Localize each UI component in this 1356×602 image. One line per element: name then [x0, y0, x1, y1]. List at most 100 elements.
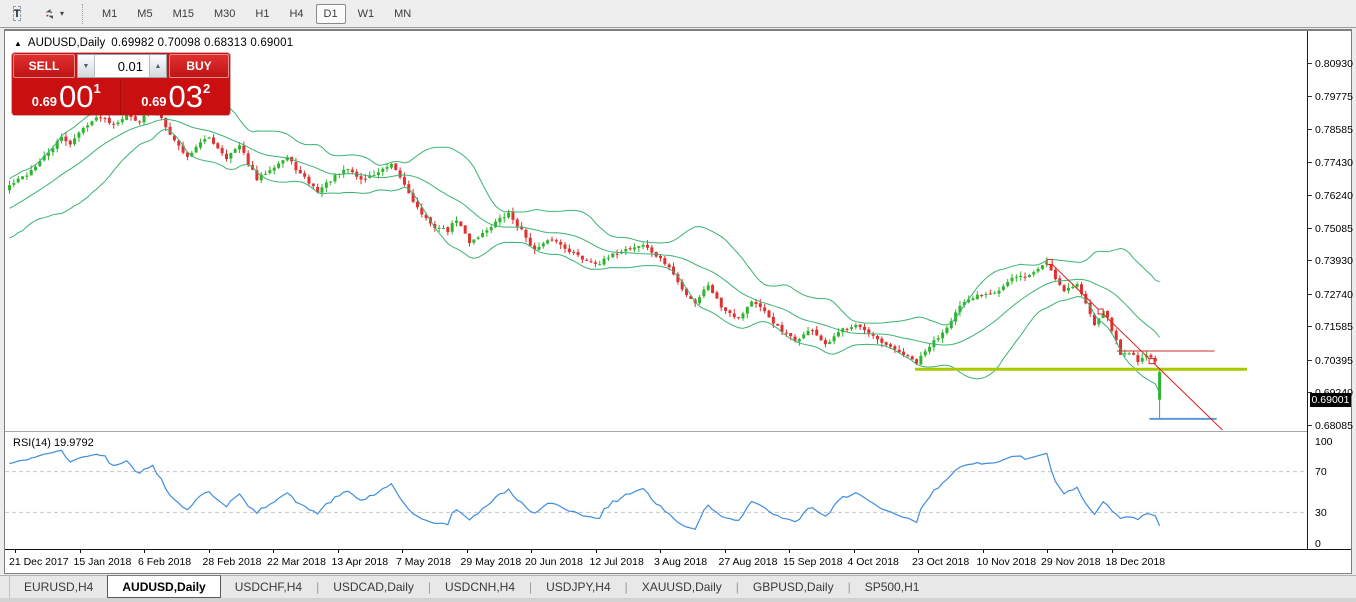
timeframe-button-w1[interactable]: W1: [350, 4, 383, 24]
rsi-axis-label: 70: [1315, 466, 1327, 478]
rsi-axis-label: 100: [1315, 436, 1333, 448]
descending-trendline[interactable]: [1050, 262, 1223, 430]
candle-body: [121, 119, 124, 122]
timeframe-button-h1[interactable]: H1: [247, 4, 277, 24]
sell-price-pip: 1: [94, 81, 101, 96]
trendline-anchor-handle[interactable]: [1098, 309, 1103, 314]
chart-tab-bar: EURUSD,H4AUDUSD,DailyUSDCHF,H4|USDCAD,Da…: [0, 575, 1356, 598]
candle-body: [646, 245, 649, 248]
date-axis-label: 29 May 2018: [461, 556, 522, 568]
candle-body: [82, 128, 85, 133]
timeframe-button-m1[interactable]: M1: [94, 4, 125, 24]
price-axis-label: 0.72740: [1315, 289, 1353, 300]
sell-price-tile[interactable]: 0.69 00 1: [13, 79, 121, 115]
candle-body: [998, 291, 1001, 294]
candle-body: [750, 302, 753, 307]
candle-body: [247, 153, 250, 164]
timeframe-button-m15[interactable]: M15: [165, 4, 202, 24]
arrange-objects-button[interactable]: ▾: [36, 4, 72, 24]
date-axis-label: 15 Jan 2018: [74, 556, 132, 568]
chart-tab-xauusd-daily[interactable]: XAUUSD,Daily: [628, 576, 736, 598]
chart-tab-audusd-daily[interactable]: AUDUSD,Daily: [107, 575, 220, 598]
candle-body: [1032, 272, 1035, 274]
candle-body: [268, 170, 271, 173]
volume-input[interactable]: 0.01: [95, 55, 149, 77]
buy-button[interactable]: BUY: [169, 54, 229, 78]
candle-body: [1019, 276, 1022, 277]
candle-body: [893, 346, 896, 349]
sell-price-big: 00: [59, 82, 93, 112]
text-tool-button[interactable]: T: [6, 4, 28, 24]
candle-body: [1028, 275, 1031, 277]
date-axis-label: 18 Dec 2018: [1106, 556, 1166, 568]
date-axis-tick: [1047, 550, 1048, 553]
date-axis-label: 3 Aug 2018: [654, 556, 707, 568]
timeframe-buttons: M1M5M15M30H1H4D1W1MN: [92, 4, 421, 24]
timeframe-button-mn[interactable]: MN: [386, 4, 419, 24]
candle-body: [95, 118, 98, 121]
mt4-application: T ▾ M1M5M15M30H1H4D1W1MN 0.69001 0.80930…: [0, 0, 1356, 602]
price-axis-label: 0.77430: [1315, 157, 1353, 168]
sell-button[interactable]: SELL: [13, 54, 75, 78]
rsi-indicator-canvas[interactable]: [5, 434, 1307, 549]
chart-tab-eurusd-h4[interactable]: EURUSD,H4: [10, 576, 107, 598]
candle-body: [1063, 285, 1066, 291]
candle-body: [581, 256, 584, 260]
candle-body: [516, 219, 519, 226]
chart-tab-usdcnh-h4[interactable]: USDCNH,H4: [431, 576, 529, 598]
trendline-anchor-handle[interactable]: [1047, 259, 1052, 264]
candle-body: [529, 238, 532, 246]
volume-decrease-button[interactable]: ▼: [78, 55, 95, 77]
candle-body: [264, 174, 267, 175]
chart-tab-usdjpy-h4[interactable]: USDJPY,H4: [532, 576, 624, 598]
candle-body: [386, 167, 389, 169]
trendline-anchor-handle[interactable]: [1149, 359, 1154, 364]
candle-body: [455, 221, 458, 223]
volume-increase-button[interactable]: ▲: [149, 55, 166, 77]
chart-tab-usdchf-h4[interactable]: USDCHF,H4: [221, 576, 316, 598]
candle-body: [702, 290, 705, 297]
timeframe-button-m5[interactable]: M5: [129, 4, 160, 24]
candle-body: [746, 307, 749, 314]
candle-body: [1041, 265, 1044, 269]
price-axis-tick: [1308, 63, 1312, 64]
chart-tab-gbpusd-daily[interactable]: GBPUSD,Daily: [739, 576, 848, 598]
buy-price-tile[interactable]: 0.69 03 2: [123, 79, 230, 115]
chart-client-area[interactable]: 0.69001 0.809300.797750.785850.774300.76…: [5, 31, 1351, 573]
candle-body: [911, 356, 914, 359]
candle-body: [86, 125, 89, 127]
chart-tab-sp500-h1[interactable]: SP500,H1: [851, 576, 934, 598]
tab-bar-lead: [0, 576, 10, 598]
timeframe-button-h4[interactable]: H4: [281, 4, 311, 24]
price-axis-tick: [1308, 360, 1312, 361]
candle-body: [863, 327, 866, 330]
candle-body: [611, 253, 614, 257]
date-axis-tick: [660, 550, 661, 553]
date-axis-tick: [467, 550, 468, 553]
candle-body: [373, 175, 376, 176]
price-axis-tick: [1308, 326, 1312, 327]
candle-body: [234, 149, 237, 153]
price-axis-tick: [1308, 162, 1312, 163]
price-axis-tick: [1308, 195, 1312, 196]
one-click-trade-panel: SELL ▼ 0.01 ▲ BUY 0.69: [12, 53, 230, 115]
candle-body: [511, 212, 514, 219]
candle-body: [945, 328, 948, 333]
price-axis-tick: [1308, 228, 1312, 229]
date-axis-label: 22 Mar 2018: [267, 556, 326, 568]
candle-body: [507, 213, 510, 218]
candle-body: [73, 138, 76, 144]
date-axis-label: 7 May 2018: [396, 556, 451, 568]
candle-body: [377, 172, 380, 175]
candle-body: [99, 117, 102, 118]
candle-body: [937, 338, 940, 340]
chart-tab-usdcad-daily[interactable]: USDCAD,Daily: [319, 576, 428, 598]
candle-body: [854, 325, 857, 327]
candle-body: [1058, 278, 1061, 285]
timeframe-button-d1[interactable]: D1: [316, 4, 346, 24]
candle-body: [1024, 277, 1027, 278]
candle-body: [928, 347, 931, 352]
date-axis-tick: [531, 550, 532, 553]
candle-body: [555, 240, 558, 241]
timeframe-button-m30[interactable]: M30: [206, 4, 243, 24]
